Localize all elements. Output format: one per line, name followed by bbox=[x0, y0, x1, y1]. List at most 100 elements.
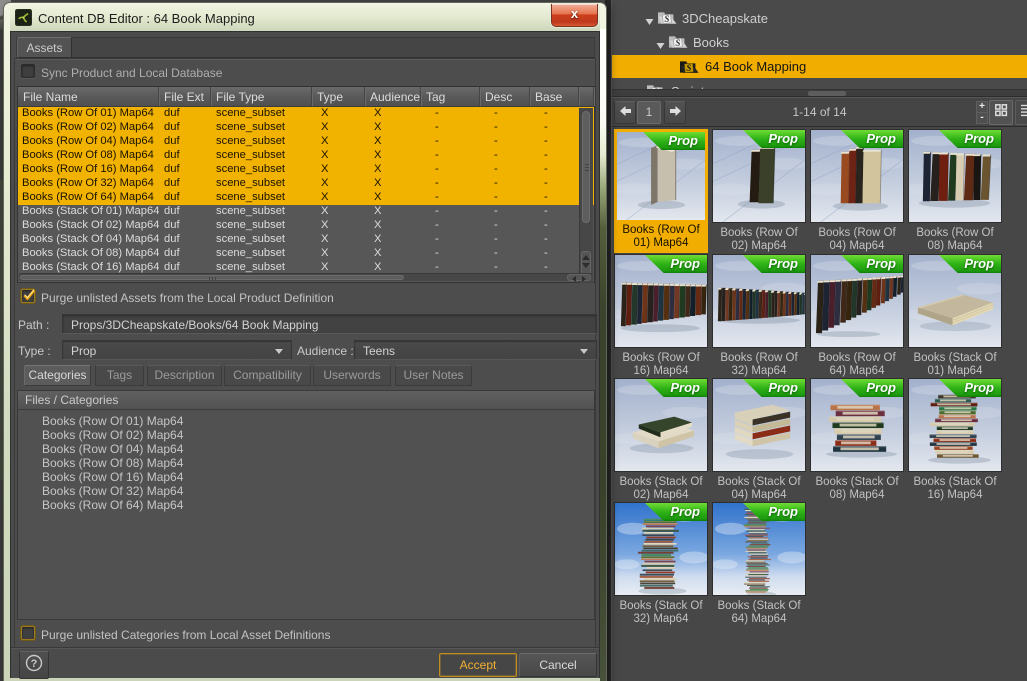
grid-view-button[interactable] bbox=[989, 100, 1013, 125]
asset-thumbnail-cell[interactable]: Prop Books (Row Of 08) Map64 bbox=[905, 129, 1004, 256]
svg-text:?: ? bbox=[31, 658, 38, 670]
table-row[interactable]: Books (Stack Of 01) Map64 duf scene_subset… bbox=[18, 205, 594, 219]
asset-thumbnail-cell[interactable]: Prop Books (Row Of 16) Map64 bbox=[611, 254, 710, 381]
table-cell-file_name: Books (Stack Of 04) Map64 bbox=[22, 233, 159, 245]
purge-categories-checkbox[interactable] bbox=[21, 626, 35, 640]
scroll-left-icon bbox=[572, 276, 576, 282]
table-cell-base: - bbox=[544, 233, 548, 245]
cancel-button[interactable]: Cancel bbox=[519, 653, 597, 677]
table-cell-file_type: scene_subset bbox=[216, 177, 286, 189]
asset-thumbnail-cell[interactable]: Prop Books (Row Of 02) Map64 bbox=[709, 129, 808, 256]
table-row[interactable]: Books (Row Of 01) Map64 duf scene_subset X X… bbox=[18, 107, 594, 121]
list-view-button[interactable] bbox=[1015, 100, 1027, 125]
audience-dropdown[interactable]: Teens bbox=[354, 340, 597, 360]
tree-item-3dcheapskate[interactable]: S 3DCheapskate bbox=[612, 6, 1027, 30]
column-header[interactable]: Base bbox=[530, 87, 579, 106]
table-row[interactable]: Books (Row Of 16) Map64 duf scene_subset X X… bbox=[18, 163, 594, 177]
asset-thumbnail-cell[interactable]: Prop Books (Stack Of 64) Map64 bbox=[712, 502, 807, 629]
window-frame-right bbox=[600, 29, 606, 681]
column-header[interactable]: File Ext bbox=[159, 87, 211, 106]
column-header[interactable]: Type bbox=[312, 87, 365, 106]
asset-label: Books (Row Of 32) Map64 bbox=[712, 351, 806, 381]
vertical-scrollbar-handle[interactable] bbox=[582, 111, 590, 223]
table-row[interactable]: Books (Stack Of 08) Map64 duf scene_subset… bbox=[18, 247, 594, 261]
column-header[interactable]: File Name bbox=[18, 87, 159, 106]
help-button[interactable]: ? bbox=[19, 651, 49, 679]
asset-thumbnail-cell[interactable]: Prop Books (Stack Of 32) Map64 bbox=[614, 502, 709, 629]
subtab-user-notes[interactable]: User Notes bbox=[395, 365, 472, 386]
asset-label-line1: Books (Row Of bbox=[720, 227, 798, 239]
table-cell-type: X bbox=[321, 177, 329, 189]
subtab-compatibility[interactable]: Compatibility bbox=[224, 365, 311, 386]
table-cell-desc: - bbox=[494, 233, 498, 245]
column-header[interactable]: Desc bbox=[480, 87, 530, 106]
close-button[interactable]: x bbox=[551, 4, 598, 27]
asset-label-line2: 01) Map64 bbox=[633, 237, 689, 249]
asset-thumbnail-cell[interactable]: Prop Books (Row Of 32) Map64 bbox=[709, 254, 816, 381]
vertical-scrollbar-arrows[interactable] bbox=[581, 251, 591, 275]
table-cell-type: X bbox=[321, 247, 329, 259]
sync-database-checkbox[interactable] bbox=[21, 64, 35, 78]
category-list-item[interactable]: Books (Row Of 01) Map64 bbox=[42, 414, 594, 428]
subtab-tags[interactable]: Tags bbox=[95, 365, 144, 386]
column-header[interactable]: File Type bbox=[211, 87, 312, 106]
asset-thumbnail-cell[interactable]: Prop Books (Row Of 64) Map64 bbox=[807, 254, 927, 381]
category-list-item[interactable]: Books (Row Of 04) Map64 bbox=[42, 442, 594, 456]
horizontal-scrollbar-handle[interactable] bbox=[20, 275, 404, 280]
asset-thumbnail-cell[interactable]: Prop Books (Stack Of 04) Map64 bbox=[709, 378, 808, 505]
path-field[interactable]: Props/3DCheapskate/Books/64 Book Mapping bbox=[62, 314, 597, 334]
horizontal-scrollbar-arrows[interactable] bbox=[567, 274, 591, 282]
asset-thumbnail-cell[interactable]: Prop Books (Stack Of 01) Map64 bbox=[905, 254, 1004, 381]
panel-splitter[interactable] bbox=[605, 0, 612, 681]
table-row[interactable]: Books (Row Of 08) Map64 duf scene_subset X X… bbox=[18, 149, 594, 163]
type-label: Type : bbox=[18, 344, 51, 358]
grid-view-icon bbox=[994, 103, 1008, 122]
table-row[interactable]: Books (Stack Of 02) Map64 duf scene_subset… bbox=[18, 219, 594, 233]
asset-thumbnail-cell[interactable]: Prop Books (Row Of 04) Map64 bbox=[807, 129, 906, 256]
svg-text:S: S bbox=[664, 14, 669, 24]
table-row[interactable]: Books (Stack Of 04) Map64 duf scene_subset… bbox=[18, 233, 594, 247]
subtab-description[interactable]: Description bbox=[147, 365, 222, 386]
zoom-out-button[interactable]: - bbox=[976, 112, 988, 124]
tab-strip bbox=[16, 37, 595, 58]
table-vertical-scrollbar[interactable] bbox=[579, 108, 593, 283]
dialog-titlebar[interactable]: Content DB Editor : 64 Book Mapping x bbox=[10, 4, 600, 32]
column-header[interactable]: Tag bbox=[421, 87, 480, 106]
scrollbar-grip bbox=[215, 277, 216, 280]
subtab-categories[interactable]: Categories bbox=[24, 365, 91, 386]
asset-thumbnail-cell[interactable]: Prop Books (Row Of 01) Map64 bbox=[613, 129, 708, 253]
column-header[interactable]: Audience bbox=[365, 87, 421, 106]
asset-thumbnail-cell[interactable]: Prop Books (Stack Of 08) Map64 bbox=[807, 378, 906, 505]
tree-item-books[interactable]: S Books bbox=[612, 30, 1027, 54]
content-db-editor-dialog: Content DB Editor : 64 Book Mapping x As… bbox=[4, 3, 606, 681]
asset-thumbnail-cell[interactable]: Prop Books (Stack Of 02) Map64 bbox=[611, 378, 710, 505]
table-row[interactable]: Books (Row Of 04) Map64 duf scene_subset X X… bbox=[18, 135, 594, 149]
asset-label-line1: Books (Stack Of bbox=[913, 476, 997, 488]
table-cell-audience: X bbox=[374, 121, 382, 133]
table-cell-type: X bbox=[321, 205, 329, 217]
category-list-item[interactable]: Books (Row Of 16) Map64 bbox=[42, 470, 594, 484]
prop-badge-text: Prop bbox=[866, 256, 896, 271]
table-row[interactable]: Books (Row Of 32) Map64 duf scene_subset X X… bbox=[18, 177, 594, 191]
daz-studio-logo-icon bbox=[14, 8, 33, 27]
category-list-item[interactable]: Books (Row Of 32) Map64 bbox=[42, 484, 594, 498]
category-list-item[interactable]: Books (Row Of 02) Map64 bbox=[42, 428, 594, 442]
category-list-item[interactable]: Books (Row Of 64) Map64 bbox=[42, 498, 594, 512]
prop-badge-text: Prop bbox=[964, 256, 994, 271]
expand-arrow-icon[interactable] bbox=[645, 14, 654, 25]
accept-button[interactable]: Accept bbox=[439, 653, 517, 677]
type-dropdown[interactable]: Prop bbox=[62, 340, 292, 360]
asset-thumbnail-cell[interactable]: Prop Books (Stack Of 16) Map64 bbox=[905, 378, 1004, 505]
table-row[interactable]: Books (Row Of 64) Map64 duf scene_subset X X… bbox=[18, 191, 594, 205]
table-horizontal-scrollbar[interactable] bbox=[19, 273, 593, 282]
expand-arrow-icon[interactable] bbox=[656, 38, 665, 49]
purge-assets-checkbox[interactable] bbox=[21, 289, 36, 303]
tree-horizontal-scrollbar[interactable] bbox=[612, 89, 1027, 96]
subtab-userwords[interactable]: Userwords bbox=[313, 365, 391, 386]
tab-assets[interactable]: Assets bbox=[17, 37, 72, 58]
table-row[interactable]: Books (Row Of 02) Map64 duf scene_subset X X… bbox=[18, 121, 594, 135]
tree-item-64-book-mapping[interactable]: S 64 Book Mapping bbox=[612, 55, 1027, 78]
category-list-item[interactable]: Books (Row Of 08) Map64 bbox=[42, 456, 594, 470]
asset-label-line1: Books (Row Of bbox=[622, 224, 700, 236]
dropdown-value: Prop bbox=[71, 344, 97, 358]
